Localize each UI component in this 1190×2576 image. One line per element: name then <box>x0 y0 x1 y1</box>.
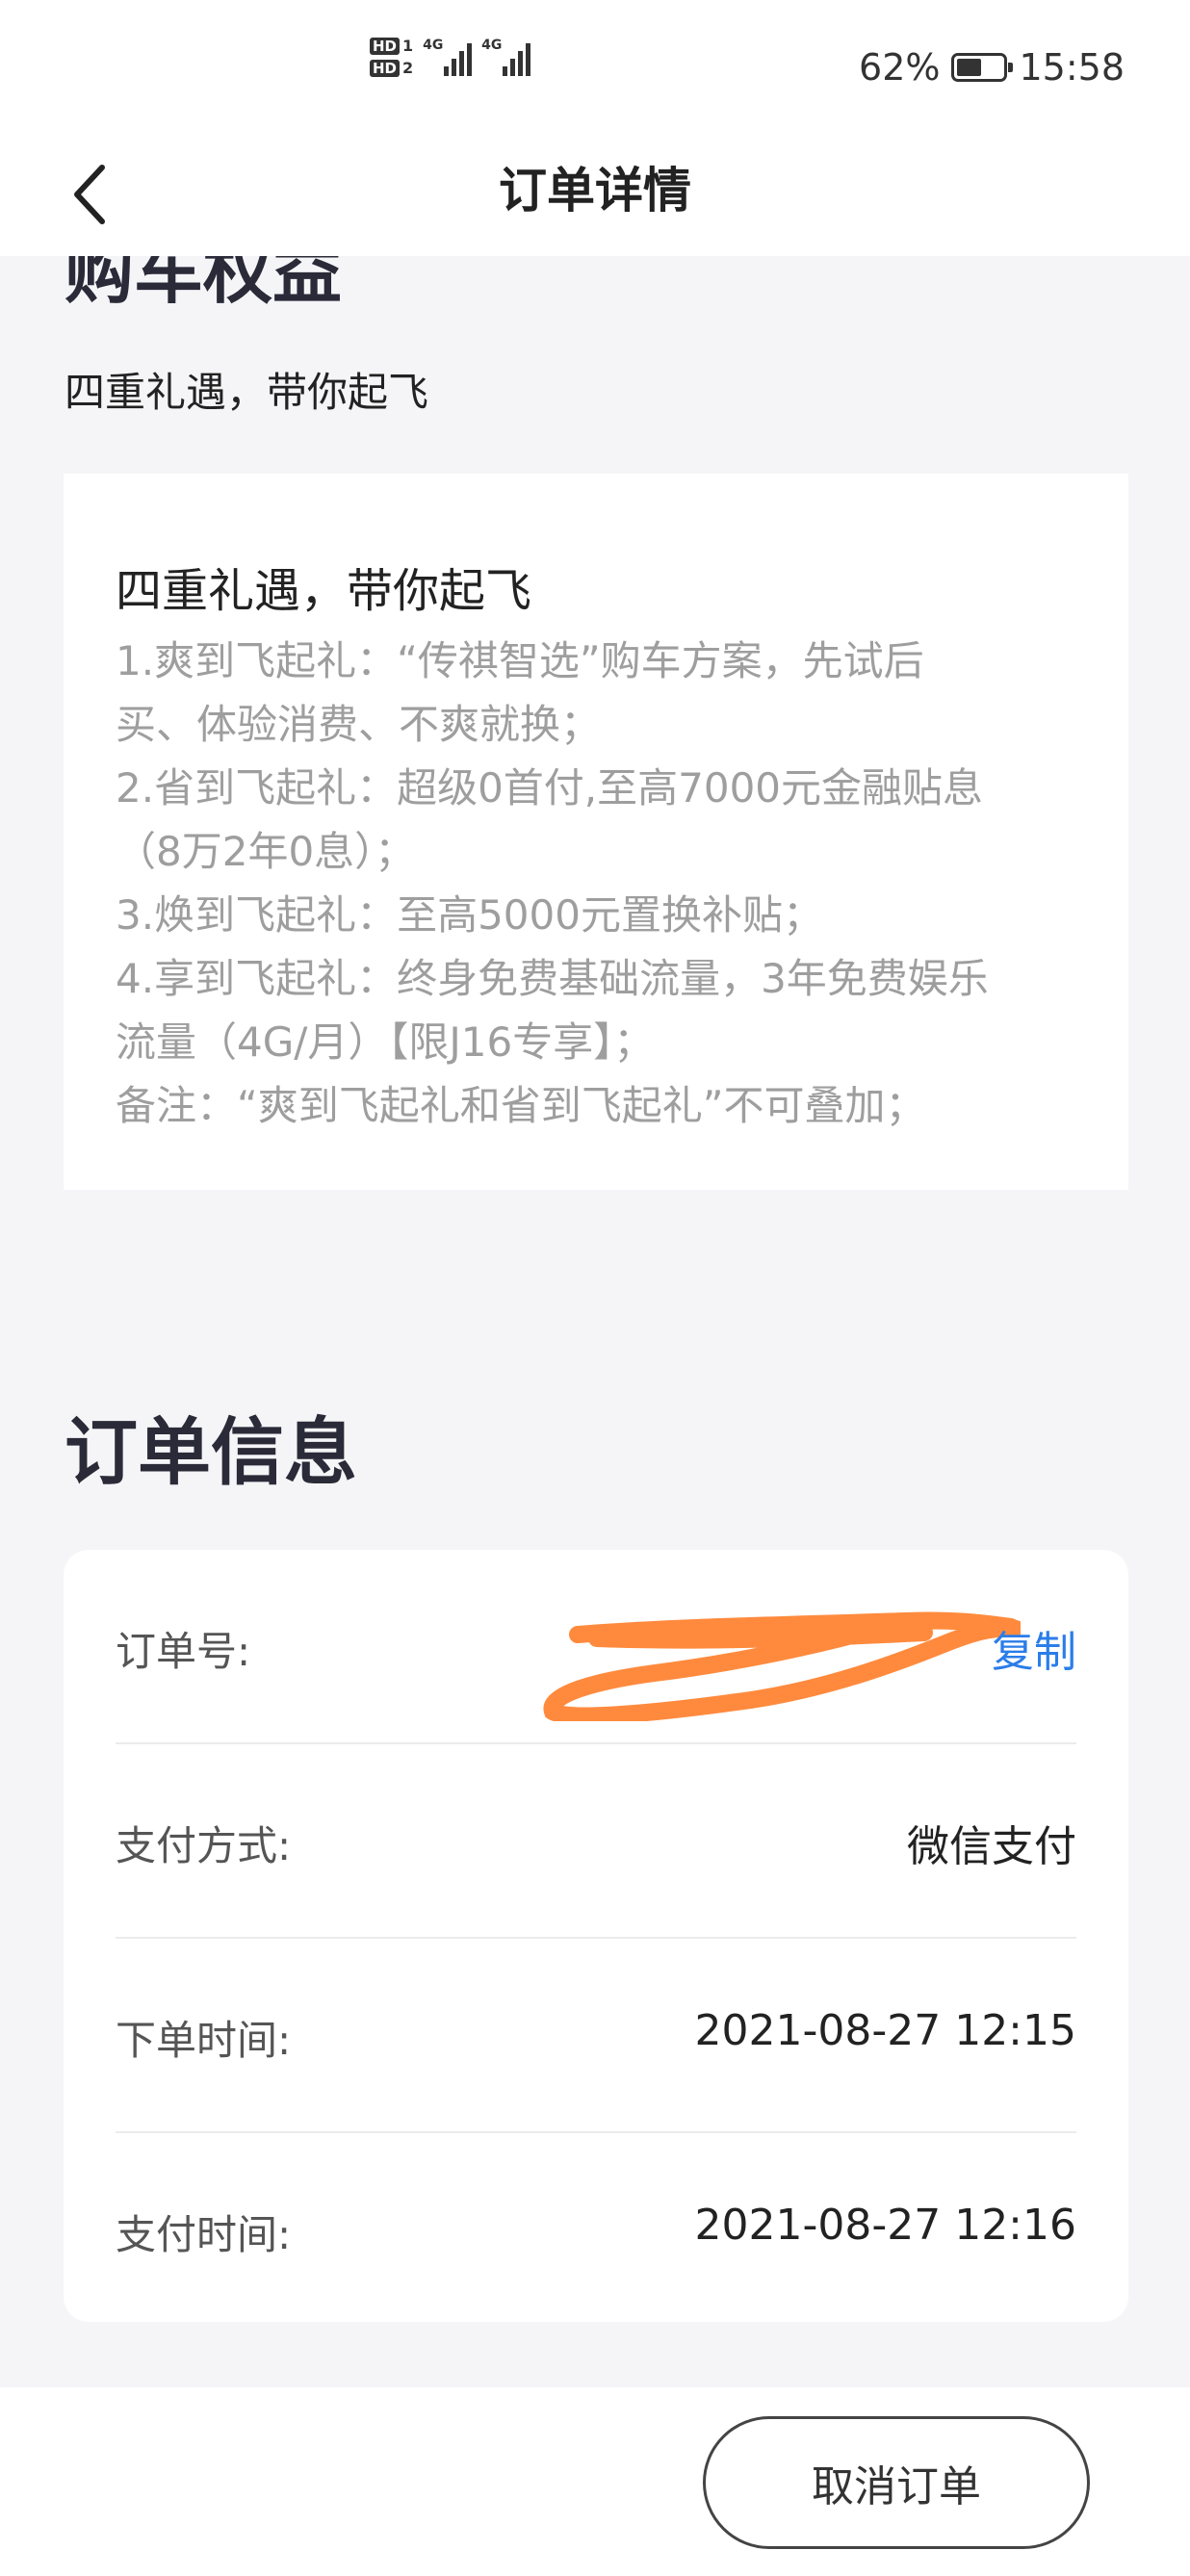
pay-time-label: 支付时间: <box>116 2211 292 2258</box>
benefit-line: 3.焕到飞起礼：至高5000元置换补贴； <box>116 891 823 939</box>
network-type: 4G <box>423 38 444 53</box>
order-number-row: 订单号: 复制 <box>116 1550 1076 1744</box>
status-bar: HD 1 HD 2 4G 4G 62% 15:58 <box>0 0 1190 135</box>
network-type: 4G <box>481 38 503 53</box>
benefit-line: 2.省到飞起礼：超级0首付,至高7000元金融贴息 <box>116 764 984 811</box>
order-time-value: 2021-08-27 12:15 <box>694 2006 1077 2055</box>
network-indicators: HD 1 HD 2 4G 4G <box>370 37 531 77</box>
sim-number: 1 <box>402 37 414 55</box>
battery-fill <box>957 59 982 76</box>
order-number-label: 订单号: <box>116 1628 251 1675</box>
benefit-line: （8万2年0息）； <box>116 828 416 875</box>
benefit-line: 买、体验消费、不爽就换； <box>116 701 602 748</box>
clock: 15:58 <box>1019 46 1125 89</box>
sim-number: 2 <box>402 59 414 77</box>
sim-indicators: HD 1 HD 2 <box>370 37 413 77</box>
pay-time-value: 2021-08-27 12:16 <box>694 2201 1077 2250</box>
status-right: 62% 15:58 <box>859 46 1125 89</box>
signal-icon: 4G <box>423 38 473 76</box>
payment-method-value: 微信支付 <box>907 1822 1076 1871</box>
cancel-order-button[interactable]: 取消订单 <box>703 2416 1090 2549</box>
battery-percent: 62% <box>859 46 941 89</box>
benefit-line: 1.爽到飞起礼：“传祺智选”购车方案，先试后 <box>116 637 924 684</box>
payment-method-row: 支付方式: 微信支付 <box>116 1744 1076 1939</box>
page-title: 订单详情 <box>499 163 691 219</box>
benefits-card-title: 四重礼遇，带你起飞 <box>116 564 532 618</box>
signal-icon: 4G <box>481 38 531 76</box>
sim2-indicator: HD 2 <box>370 59 413 77</box>
sim1-indicator: HD 1 <box>370 37 413 55</box>
benefits-list: 1.爽到飞起礼：“传祺智选”购车方案，先试后 买、体验消费、不爽就换； 2.省到… <box>116 630 1088 1138</box>
pay-time-row: 支付时间: 2021-08-27 12:16 <box>116 2133 1076 2328</box>
copy-order-number-button[interactable]: 复制 <box>992 1617 1076 1679</box>
order-time-label: 下单时间: <box>116 2017 292 2064</box>
redaction-scribble <box>543 1611 1021 1721</box>
hd-badge: HD <box>370 59 401 77</box>
bottom-action-bar: 取消订单 <box>0 2387 1190 2576</box>
battery-icon <box>951 53 1014 82</box>
order-info-title: 订单信息 <box>65 1409 357 1495</box>
hd-badge: HD <box>370 37 401 55</box>
benefit-line: 4.享到飞起礼：终身免费基础流量，3年免费娱乐 <box>116 955 989 1002</box>
order-info-card: 订单号: 复制 支付方式: 微信支付 下单时间: 2021-08-27 12:1… <box>64 1550 1128 2322</box>
benefit-line: 流量（4G/月）【限J16专享】； <box>116 1018 655 1066</box>
order-time-row: 下单时间: 2021-08-27 12:15 <box>116 1939 1076 2133</box>
benefit-line: 备注：“爽到飞起礼和省到飞起礼”不可叠加； <box>116 1082 926 1129</box>
payment-method-label: 支付方式: <box>116 1822 292 1869</box>
benefits-card: 四重礼遇，带你起飞 1.爽到飞起礼：“传祺智选”购车方案，先试后 买、体验消费、… <box>64 474 1128 1190</box>
nav-bar: 订单详情 <box>0 135 1190 256</box>
benefits-subtitle: 四重礼遇，带你起飞 <box>65 369 429 416</box>
